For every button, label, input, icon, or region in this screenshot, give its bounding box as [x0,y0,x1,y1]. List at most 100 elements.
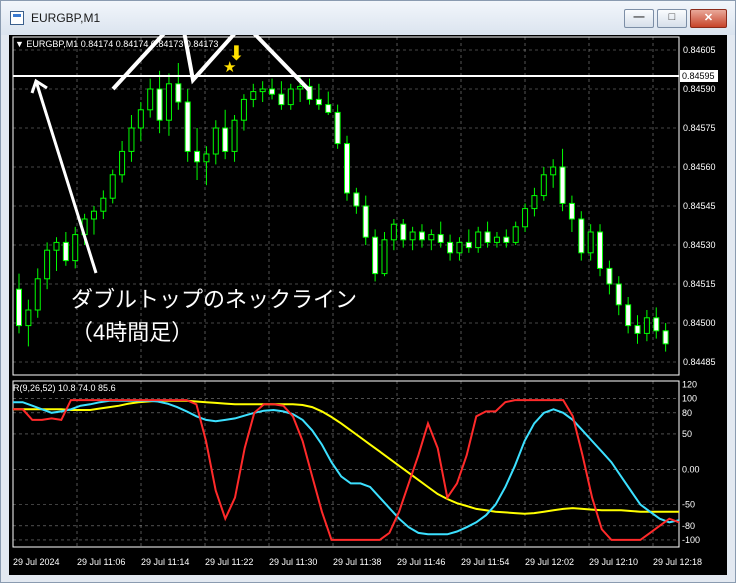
annotation-line-2: （4時間足） [71,320,193,345]
price-tick-label: 0.84605 [683,45,716,55]
time-tick-label: 29 Jul 12:18 [653,557,702,567]
neckline-price-label: 0.84595 [682,71,715,81]
chart-window-icon [10,11,24,25]
time-axis: 29 Jul 2024 29 Jul 11:06 29 Jul 11:14 29 Ju… [13,557,702,567]
price-tick-label: 0.84485 [683,357,716,367]
candle-body [100,197,107,212]
candle-body [175,83,182,103]
indicator-tick-label: 50 [682,429,692,439]
candle-body [334,111,341,145]
candle-body [259,88,266,93]
candle-body [203,153,210,163]
candle-body [456,241,463,254]
candle-body [72,234,79,262]
indicator-tick-label: 80 [682,408,692,418]
indicator-tick-label: 100 [682,394,697,404]
candle-body [269,88,276,95]
candle-body [212,127,219,155]
minimize-icon: — [633,11,645,23]
candle-body [184,101,191,152]
candle-body [578,218,585,254]
chart-area[interactable]: 0.84595 ★ ⬇ ▼ EURGBP,M1 0.84174 0.84174 … [9,35,727,575]
candle-body [625,304,632,327]
candle-body [222,127,229,152]
candle-body [447,241,454,254]
window-title: EURGBP,M1 [31,11,101,25]
time-tick-label: 29 Jul 11:54 [461,557,509,567]
main-chart-info: ▼ EURGBP,M1 0.84174 0.84174 0.84173 0.84… [15,39,218,49]
time-tick-label: 29 Jul 11:46 [397,557,445,567]
candle-body [381,239,388,275]
price-tick-label: 0.84590 [683,84,716,94]
candle-body [372,236,379,275]
candle-body [250,91,257,100]
maximize-icon: □ [668,11,676,23]
candle-body [428,234,435,241]
price-tick-label: 0.84560 [683,162,716,172]
time-tick-label: 29 Jul 2024 [13,557,60,567]
candle-body [137,109,144,129]
candle-body [194,150,201,163]
price-tick-label: 0.84530 [683,240,716,250]
time-tick-label: 29 Jul 11:38 [333,557,381,567]
candle-body [62,241,69,262]
candle-body [643,317,650,334]
candle-body [156,88,163,121]
time-tick-label: 29 Jul 11:06 [77,557,125,567]
price-tick-label: 0.84515 [683,279,716,289]
candle-body [475,231,482,249]
candle-body [353,192,360,207]
candle-body [662,330,669,345]
maximize-button[interactable]: □ [657,9,687,28]
candle-body [503,236,510,243]
indicator-series [13,399,680,541]
price-tick-label: 0.84545 [683,201,716,211]
candle-body [119,150,126,176]
candle-body [522,208,529,228]
candle-body [512,226,519,243]
time-tick-label: 29 Jul 11:14 [141,557,189,567]
time-tick-label: 29 Jul 11:22 [205,557,253,567]
candle-body [606,267,613,285]
price-tick-label: 0.84500 [683,318,716,328]
close-button[interactable]: ✕ [690,9,727,28]
candle-body [44,249,51,280]
candle-body [550,166,557,176]
cyan-indicator-line [13,399,680,536]
price-chart[interactable]: 0.84595 ★ ⬇ ▼ EURGBP,M1 0.84174 0.84174 … [9,35,727,575]
candle-body [559,166,566,204]
candle-body [147,88,154,111]
yellow-indicator-line [13,399,679,515]
close-icon: ✕ [703,12,714,24]
candle-body [615,283,622,306]
candle-body [362,205,369,238]
indicator-tick-label: -80 [682,521,695,531]
candle-body [240,98,247,121]
candle-body [344,143,350,194]
candle-body [109,174,116,199]
price-axis: 0.84605 0.84590 0.84575 0.84560 0.84545 0.845… [683,45,716,367]
candle-body [16,288,22,327]
red-indicator-line [13,399,680,541]
candle-body [400,223,407,241]
candle-body [587,231,594,254]
indicator-tick-label: 0.00 [682,464,700,474]
candle-body [418,231,425,241]
time-tick-label: 29 Jul 11:30 [269,557,317,567]
annotation-line-1: ダブルトップのネックライン [71,287,357,312]
indicator-info: R(9,26,52) 10.8 74.0 85.6 [13,383,116,393]
candle-body [653,317,660,332]
candle-body [53,241,60,251]
candle-body [568,202,575,220]
minimize-button[interactable]: — [624,9,654,28]
candle-body [390,223,397,241]
candle-body [540,174,547,197]
indicator-tick-label: 120 [682,380,697,390]
candle-body [25,309,32,327]
candle-body [465,241,472,249]
title-bar[interactable]: EURGBP,M1 — □ ✕ [1,1,735,35]
candle-body [315,98,322,106]
candle-body [531,195,538,210]
time-tick-label: 29 Jul 12:10 [589,557,638,567]
candle-body [287,88,294,106]
